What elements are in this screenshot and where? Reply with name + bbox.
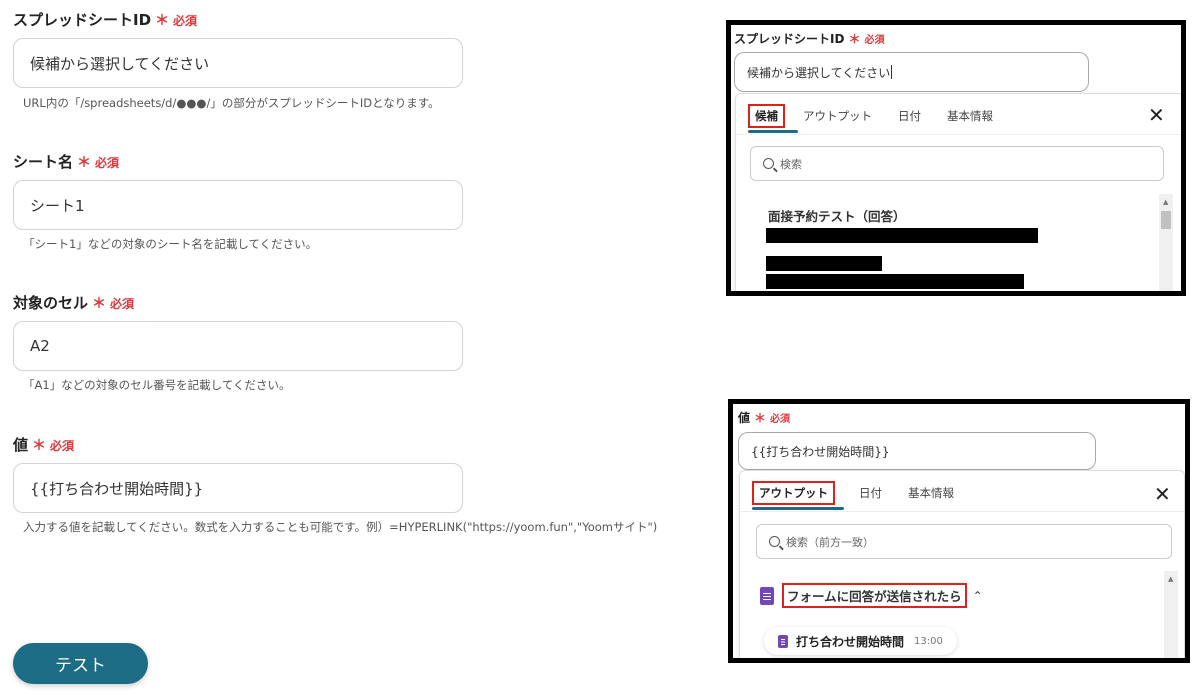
panel2-label: 値 ＊ 必須: [738, 409, 790, 426]
active-tab-underline: [752, 507, 844, 510]
output-group-title: フォームに回答が送信されたら: [782, 583, 967, 608]
required-badge: 必須: [864, 35, 885, 46]
target-cell-label-text: 対象のセル: [13, 294, 89, 312]
tab-output[interactable]: アウトプット: [752, 481, 835, 505]
tab-date[interactable]: 日付: [898, 108, 921, 124]
spreadsheet-id-input[interactable]: 候補から選択してください: [13, 38, 463, 88]
redacted-bar: [766, 228, 1038, 243]
panel1-input-value: 候補から選択してください: [747, 65, 891, 80]
chevron-up-icon[interactable]: ⌃: [973, 589, 983, 603]
required-star-icon: ＊: [77, 155, 92, 171]
value-hint: 入力する値を記載してください。数式を入力することも可能です。例）=HYPERLI…: [23, 520, 658, 534]
target-cell-value: A2: [30, 337, 50, 355]
required-star-icon: ＊: [848, 32, 861, 46]
required-badge: 必須: [770, 414, 791, 425]
close-icon[interactable]: ✕: [1154, 484, 1171, 504]
search-icon: [769, 536, 780, 547]
panel1-label: スプレッドシートID ＊ 必須: [734, 30, 884, 47]
required-badge: 必須: [173, 14, 198, 28]
output-group-header[interactable]: フォームに回答が送信されたら ⌃: [760, 583, 983, 608]
sheet-name-label: シート名 ＊ 必須: [13, 151, 119, 172]
target-cell-hint: 「A1」などの対象のセル番号を記載してください。: [23, 378, 291, 392]
spreadsheet-id-label: スプレッドシートID ＊ 必須: [13, 9, 197, 30]
spreadsheet-id-dropdown-panel: スプレッドシートID ＊ 必須 候補から選択してください 候補 アウトプット 日…: [726, 20, 1186, 296]
form-sheet-icon: [760, 586, 774, 605]
required-star-icon: ＊: [92, 296, 107, 312]
redacted-bar: [766, 256, 882, 271]
target-cell-input[interactable]: A2: [13, 321, 463, 371]
form-sheet-icon: [778, 634, 788, 648]
panel2-label-text: 値: [738, 411, 751, 425]
sheet-name-hint: 「シート1」などの対象のシート名を記載してください。: [23, 237, 318, 251]
output-item-value: 13:00: [914, 635, 943, 647]
search-icon: [763, 158, 774, 169]
panel1-input[interactable]: 候補から選択してください: [734, 52, 1089, 92]
close-icon[interactable]: ✕: [1148, 105, 1165, 125]
panel2-input-value: {{打ち合わせ開始時間}}: [751, 444, 890, 459]
target-cell-label: 対象のセル ＊ 必須: [13, 292, 134, 313]
candidate-item-title[interactable]: 面接予約テスト（回答）: [768, 206, 906, 225]
scroll-up-icon[interactable]: ▲: [1163, 198, 1168, 206]
tab-basic-info[interactable]: 基本情報: [947, 108, 993, 124]
required-star-icon: ＊: [155, 13, 170, 29]
spreadsheet-id-hint: URL内の「/spreadsheets/d/●●●/」の部分がスプレッドシートI…: [23, 96, 440, 110]
tab-date[interactable]: 日付: [859, 485, 882, 501]
tab-basic-info[interactable]: 基本情報: [908, 485, 954, 501]
spreadsheet-id-label-text: スプレッドシートID: [13, 11, 152, 29]
panel1-tabs: 候補 アウトプット 日付 基本情報: [748, 104, 993, 128]
value-dropdown-panel: 値 ＊ 必須 {{打ち合わせ開始時間}} アウトプット 日付 基本情報 ✕ 検索…: [728, 399, 1190, 663]
value-input[interactable]: {{打ち合わせ開始時間}}: [13, 463, 463, 513]
active-tab-underline: [748, 130, 798, 133]
panel1-search-placeholder: 検索: [780, 157, 802, 171]
panel2-input[interactable]: {{打ち合わせ開始時間}}: [738, 432, 1096, 470]
value-label: 値 ＊ 必須: [13, 434, 74, 455]
redacted-bar: [766, 274, 1024, 289]
required-badge: 必須: [95, 156, 120, 170]
output-item-label: 打ち合わせ開始時間: [796, 634, 905, 649]
sheet-name-input[interactable]: シート1: [13, 180, 463, 230]
sheet-name-value: シート1: [30, 196, 85, 215]
required-badge: 必須: [50, 439, 75, 453]
required-star-icon: ＊: [754, 411, 767, 425]
test-button[interactable]: テスト: [13, 643, 148, 684]
panel2-dropdown: アウトプット 日付 基本情報 ✕ 検索（前方一致） フォームに回答が送信されたら…: [739, 470, 1185, 658]
scroll-up-icon[interactable]: ▲: [1168, 575, 1173, 583]
tab-output[interactable]: アウトプット: [803, 108, 872, 124]
panel2-tabs: アウトプット 日付 基本情報: [752, 481, 954, 505]
panel2-search-input[interactable]: 検索（前方一致）: [756, 524, 1172, 559]
spreadsheet-id-placeholder: 候補から選択してください: [30, 54, 210, 73]
panel1-dropdown: 候補 アウトプット 日付 基本情報 ✕ 検索 面接予約テスト（回答） ▲: [735, 93, 1181, 291]
panel2-scrollbar[interactable]: [1164, 571, 1178, 658]
output-item[interactable]: 打ち合わせ開始時間 13:00: [764, 627, 957, 655]
panel2-search-placeholder: 検索（前方一致）: [786, 535, 874, 549]
value-label-text: 値: [13, 436, 29, 454]
required-star-icon: ＊: [32, 438, 47, 454]
panel1-label-text: スプレッドシートID: [734, 32, 845, 46]
required-badge: 必須: [110, 297, 135, 311]
panel1-search-input[interactable]: 検索: [750, 146, 1164, 181]
scroll-thumb[interactable]: [1161, 211, 1171, 229]
value-value: {{打ち合わせ開始時間}}: [30, 479, 204, 498]
sheet-name-label-text: シート名: [13, 153, 74, 171]
panel1-scrollbar[interactable]: [1159, 194, 1173, 291]
tab-candidates[interactable]: 候補: [748, 104, 785, 128]
